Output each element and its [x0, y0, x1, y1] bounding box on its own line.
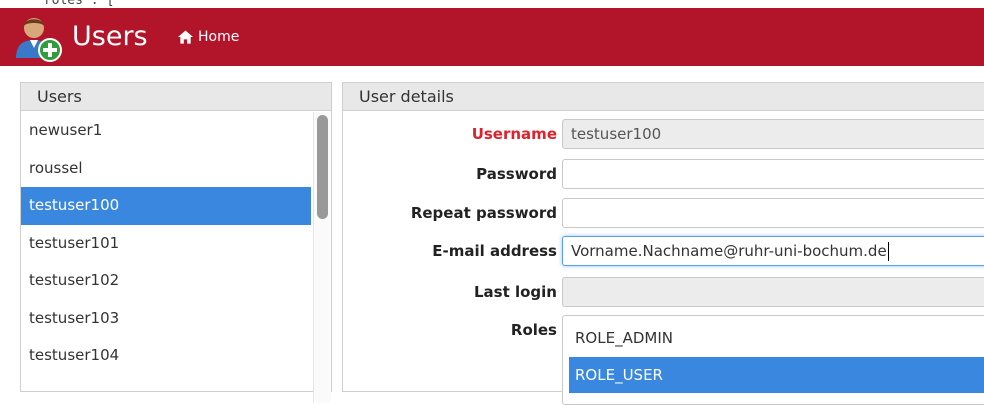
last-login-row: Last login [343, 277, 984, 307]
user-details-panel: User details Username testuser100 Passwo… [342, 82, 984, 405]
email-field[interactable]: Vorname.Nachname@ruhr-uni-bochum.de [562, 236, 984, 266]
roles-row: Roles ROLE_ADMIN ROLE_USER [343, 315, 984, 405]
users-panel-title: Users [21, 83, 331, 111]
users-panel: Users newuser1 roussel testuser100 testu… [20, 82, 332, 402]
roles-label: Roles [510, 321, 557, 339]
repeat-password-field[interactable] [562, 198, 984, 228]
list-item[interactable]: testuser102 [21, 262, 311, 300]
email-row: E-mail address Vorname.Nachname@ruhr-uni… [343, 236, 984, 266]
password-field[interactable] [562, 159, 984, 189]
text-caret [887, 242, 889, 261]
last-login-label: Last login [473, 283, 557, 301]
list-item[interactable]: testuser103 [21, 300, 311, 338]
add-user-icon [16, 18, 62, 62]
email-label: E-mail address [432, 242, 557, 260]
repeat-password-label: Repeat password [410, 204, 557, 222]
list-item[interactable]: testuser104 [21, 337, 311, 375]
list-item[interactable]: testuser101 [21, 225, 311, 263]
roles-select[interactable]: ROLE_ADMIN ROLE_USER [562, 315, 984, 405]
role-option[interactable]: ROLE_USER [569, 357, 984, 393]
page-title: Users [72, 21, 148, 52]
user-details-title: User details [343, 83, 984, 111]
list-item[interactable]: testuser100 [21, 187, 311, 225]
repeat-password-row: Repeat password [343, 198, 984, 228]
email-value: Vorname.Nachname@ruhr-uni-bochum.de [571, 242, 887, 260]
password-label: Password [476, 165, 557, 183]
username-field[interactable]: testuser100 [562, 119, 984, 149]
home-link[interactable]: Home [178, 28, 239, 46]
home-link-label: Home [198, 29, 240, 45]
scrollbar-thumb[interactable] [317, 115, 328, 219]
clipped-code-text: "roles": [ [36, 0, 115, 8]
last-login-field[interactable] [562, 277, 984, 307]
username-label: Username [471, 125, 557, 143]
password-row: Password [343, 159, 984, 189]
list-item[interactable]: roussel [21, 150, 311, 188]
user-list-scrollbar[interactable] [313, 112, 331, 402]
list-item[interactable]: newuser1 [21, 112, 311, 150]
home-icon [178, 30, 193, 44]
user-list[interactable]: newuser1 roussel testuser100 testuser101… [21, 112, 311, 375]
role-option[interactable]: ROLE_ADMIN [569, 320, 984, 356]
username-row: Username testuser100 [343, 119, 984, 149]
app-header: Users Home [0, 8, 984, 66]
